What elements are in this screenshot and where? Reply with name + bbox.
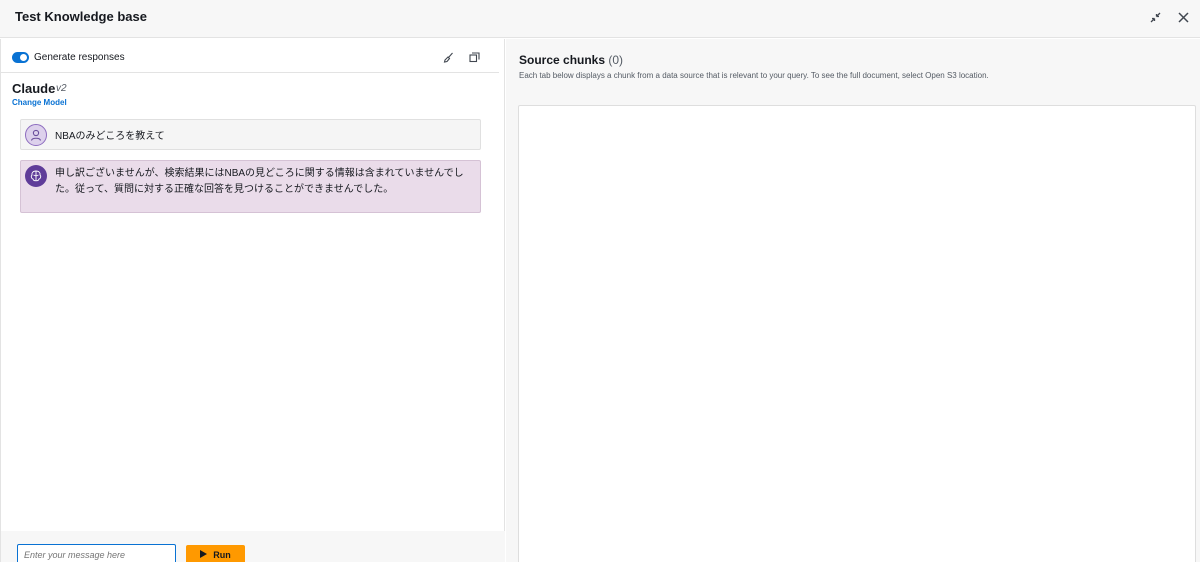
run-button-label: Run (213, 550, 231, 560)
source-chunks-description: Each tab below displays a chunk from a d… (519, 71, 989, 80)
clear-brush-icon[interactable] (442, 50, 454, 64)
toolbar-icons (442, 50, 480, 64)
play-icon (200, 550, 208, 560)
model-name: Claude (12, 81, 56, 96)
assistant-message-text: 申し訳ございませんが、検索結果にはNBAの見どころに関する情報は含まれていません… (55, 168, 464, 195)
chat-panel: Generate responses Claude v2 Change Mode… (0, 39, 505, 562)
source-chunks-title-text: Source chunks (519, 53, 606, 67)
change-model-link[interactable]: Change Model (12, 98, 67, 107)
source-chunks-title: Source chunks (0) (519, 53, 623, 67)
header-icons (1148, 9, 1190, 25)
message-composer: Run (1, 531, 505, 562)
page-title: Test Knowledge base (15, 9, 147, 24)
user-avatar-icon (25, 124, 47, 146)
close-icon[interactable] (1176, 9, 1190, 25)
run-button[interactable]: Run (186, 545, 245, 562)
assistant-message: 申し訳ございませんが、検索結果にはNBAの見どころに関する情報は含まれていません… (20, 160, 481, 213)
user-message-text: NBAのみどころを教えて (55, 131, 165, 142)
chat-toolbar: Generate responses (1, 39, 499, 73)
source-chunks-count: (0) (608, 53, 624, 67)
copy-icon[interactable] (468, 50, 480, 64)
assistant-brain-icon (25, 165, 47, 187)
message-input[interactable] (17, 544, 176, 562)
collapse-icon[interactable] (1148, 9, 1162, 25)
source-chunks-panel: Source chunks (0) Each tab below display… (506, 39, 1200, 562)
source-chunks-content (518, 105, 1196, 562)
modal-header: Test Knowledge base (0, 0, 1200, 38)
model-version: v2 (56, 83, 67, 94)
user-message: NBAのみどころを教えて (20, 119, 481, 150)
toggle-label: Generate responses (34, 52, 125, 63)
generate-responses-toggle[interactable] (12, 52, 29, 63)
